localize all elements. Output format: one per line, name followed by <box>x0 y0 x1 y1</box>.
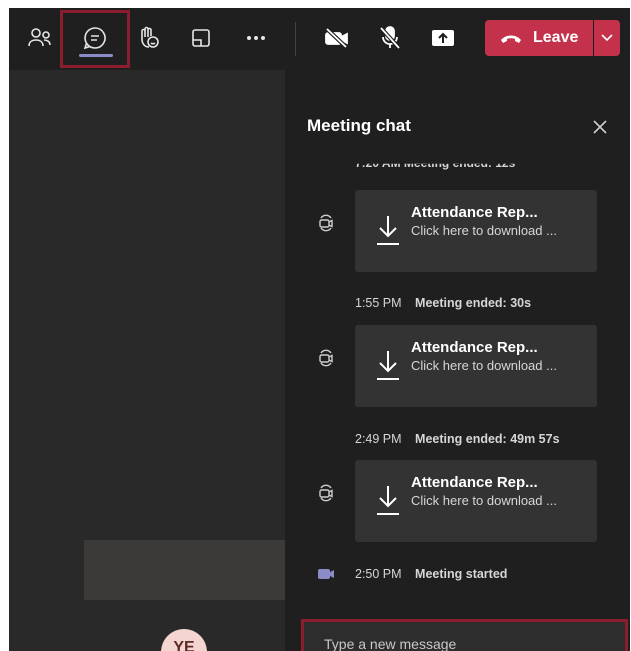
card-subtitle: Click here to download ... <box>411 223 557 238</box>
card-subtitle: Click here to download ... <box>411 358 557 373</box>
rooms-icon[interactable] <box>187 24 215 52</box>
partial-event-line: 7:20 AM Meeting ended: 12s <box>355 156 516 170</box>
download-icon <box>377 351 399 380</box>
meeting-toolbar: Leave <box>9 8 630 70</box>
leave-options-button[interactable] <box>594 20 620 56</box>
event-time: 2:50 PM <box>355 567 402 581</box>
event-text: Meeting ended: 49m 57s <box>415 432 560 446</box>
card-title: Attendance Rep... <box>411 339 538 356</box>
meeting-recording-icon <box>315 347 337 369</box>
participant-tile <box>84 540 285 600</box>
attendance-report-card[interactable]: Attendance Rep... Click here to download… <box>355 325 597 407</box>
leave-button[interactable]: Leave <box>485 20 593 56</box>
people-icon[interactable] <box>26 24 54 52</box>
phone-hangup-icon <box>501 35 521 43</box>
message-compose-box[interactable] <box>301 619 628 651</box>
event-text: Meeting ended: 30s <box>415 296 532 310</box>
raise-hand-icon[interactable] <box>134 24 162 52</box>
event-time: 1:55 PM <box>355 296 402 310</box>
mic-off-icon[interactable] <box>376 24 404 52</box>
meeting-recording-icon <box>315 212 337 234</box>
card-subtitle: Click here to download ... <box>411 493 557 508</box>
download-icon <box>377 486 399 515</box>
card-title: Attendance Rep... <box>411 474 538 491</box>
chat-icon[interactable] <box>81 24 109 52</box>
close-icon[interactable] <box>590 117 610 137</box>
chat-event: 2:49 PM Meeting ended: 49m 57s <box>355 432 560 446</box>
camera-off-icon[interactable] <box>323 24 351 52</box>
chevron-down-icon <box>601 34 613 42</box>
leave-label: Leave <box>533 29 579 46</box>
event-text: Meeting started <box>415 567 508 581</box>
meeting-video-icon <box>315 563 337 585</box>
meeting-chat-panel: Meeting chat 7:20 AM Meeting ended: 12s … <box>285 70 630 651</box>
attendance-report-card[interactable]: Attendance Rep... Click here to download… <box>355 190 597 272</box>
chat-event: 1:55 PM Meeting ended: 30s <box>355 296 531 310</box>
download-icon <box>377 216 399 245</box>
more-icon[interactable] <box>242 24 270 52</box>
attendance-report-card[interactable]: Attendance Rep... Click here to download… <box>355 460 597 542</box>
chat-event: 2:50 PM Meeting started <box>355 567 507 581</box>
share-icon[interactable] <box>429 24 457 52</box>
teams-meeting-window: Leave YE Meeting chat 7:20 AM Meeting en… <box>9 8 630 651</box>
event-time: 2:49 PM <box>355 432 402 446</box>
meeting-recording-icon <box>315 482 337 504</box>
page-title: Meeting chat <box>307 116 411 135</box>
toolbar-divider <box>295 22 296 56</box>
message-input[interactable] <box>304 622 625 651</box>
card-title: Attendance Rep... <box>411 204 538 221</box>
chat-active-indicator <box>79 54 113 57</box>
